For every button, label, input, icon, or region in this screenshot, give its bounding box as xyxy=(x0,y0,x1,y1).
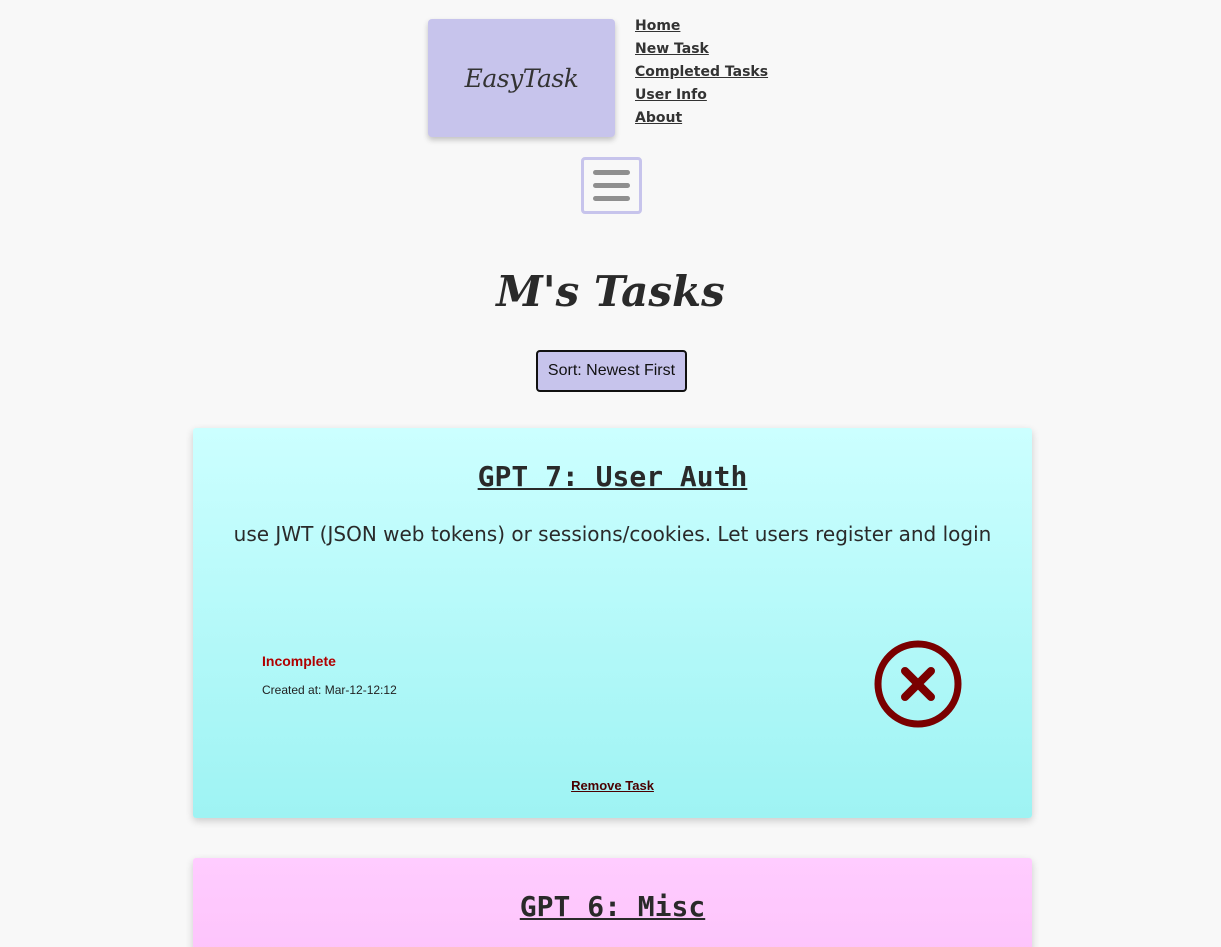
nav-item-new-task: New Task xyxy=(635,39,768,62)
logo-text: EasyTask xyxy=(464,63,579,93)
nav-link-new-task[interactable]: New Task xyxy=(635,41,709,57)
task-created-at: Created at: Mar-12-12:12 xyxy=(262,683,397,697)
logo[interactable]: EasyTask xyxy=(428,19,615,137)
nav-item-completed-tasks: Completed Tasks xyxy=(635,62,768,85)
task-card: GPT 6: Misc xyxy=(193,858,1032,947)
page: EasyTask Home New Task Completed Tasks U… xyxy=(0,0,1221,947)
remove-task-link[interactable]: Remove Task xyxy=(193,778,1032,793)
nav-link-about[interactable]: About xyxy=(635,110,682,126)
sort-button[interactable]: Sort: Newest First xyxy=(536,350,687,392)
nav-item-user-info: User Info xyxy=(635,85,768,108)
task-title[interactable]: GPT 6: Misc xyxy=(193,890,1032,923)
nav-link-home[interactable]: Home xyxy=(635,18,680,34)
nav-link-completed-tasks[interactable]: Completed Tasks xyxy=(635,64,768,80)
nav-link-user-info[interactable]: User Info xyxy=(635,87,707,103)
nav-item-home: Home xyxy=(635,16,768,39)
task-status: Incomplete xyxy=(262,653,336,669)
task-description: use JWT (JSON web tokens) or sessions/co… xyxy=(233,522,992,546)
page-title: M's Tasks xyxy=(496,267,725,316)
x-circle-icon[interactable] xyxy=(873,639,963,729)
nav-item-about: About xyxy=(635,108,768,131)
task-title[interactable]: GPT 7: User Auth xyxy=(193,460,1032,493)
hamburger-icon xyxy=(593,169,630,201)
main-nav: Home New Task Completed Tasks User Info … xyxy=(635,16,768,131)
task-card: GPT 7: User Auth use JWT (JSON web token… xyxy=(193,428,1032,818)
hamburger-menu-button[interactable] xyxy=(581,157,642,214)
